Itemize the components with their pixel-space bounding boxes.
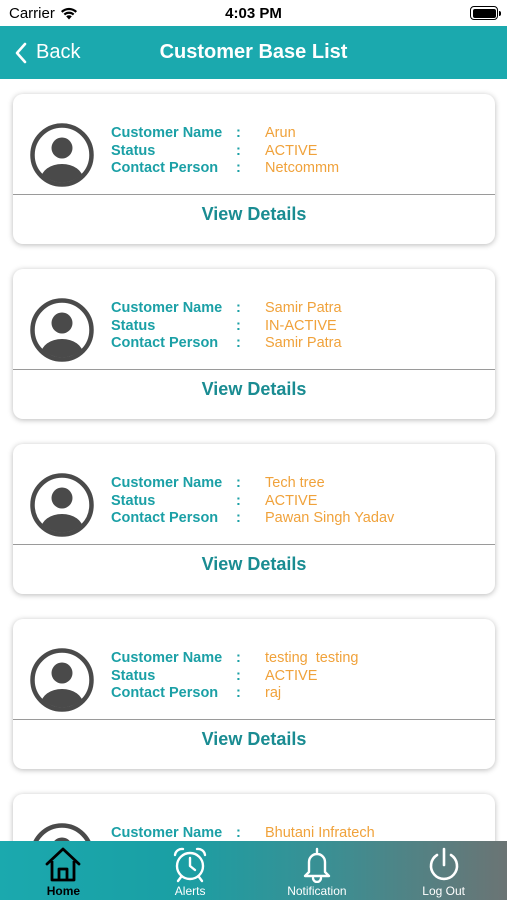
customer-card: Customer Name: Samir Patra Status: IN-ACTI… (13, 269, 495, 419)
colon: : (236, 335, 241, 351)
avatar-icon (30, 298, 94, 362)
avatar-icon (30, 648, 94, 712)
tab-log-out[interactable]: Log Out (380, 841, 507, 900)
contact-person-value: Pawan Singh Yadav (265, 510, 395, 526)
customer-name-value: testing testing (265, 650, 359, 666)
colon: : (236, 160, 241, 176)
avatar-icon (30, 123, 94, 187)
colon: : (236, 667, 241, 684)
customer-name-label: Customer Name (111, 300, 223, 316)
status-label: Status (111, 492, 156, 509)
contact-person-value: raj (265, 685, 282, 701)
tab-home-label: Home (46, 884, 81, 898)
contact-person-label: Contact Person (111, 685, 219, 701)
avatar-icon (30, 473, 94, 537)
customer-name-label: Customer Name (111, 650, 223, 666)
tab-bar: Home Alerts Notification Log Out (0, 841, 507, 900)
colon: : (236, 300, 241, 316)
tab-home[interactable]: Home (0, 841, 127, 900)
status-bar: Carrier 4:03 PM (0, 0, 507, 26)
bell-icon (303, 847, 331, 883)
clock: 4:03 PM (225, 5, 282, 22)
status-value: ACTIVE (265, 667, 318, 684)
colon: : (236, 492, 241, 509)
customer-card: Customer Name:Bhutani Infratech Status: … (13, 794, 495, 841)
alarm-clock-icon (173, 847, 207, 883)
contact-person-value: Netcommm (265, 160, 340, 176)
tab-notification-label: Notification (287, 884, 347, 898)
status-value: ACTIVE (265, 492, 318, 509)
colon: : (236, 125, 241, 141)
colon: : (236, 475, 241, 491)
customer-name-value: Tech tree (265, 475, 325, 491)
view-details-button[interactable]: View Details (13, 720, 495, 758)
colon: : (236, 685, 241, 701)
contact-person-value: Samir Patra (265, 335, 342, 351)
status-label: Status (111, 142, 156, 159)
power-icon (429, 847, 458, 881)
colon: : (236, 317, 241, 334)
status-value: ACTIVE (265, 142, 318, 159)
contact-person-label: Contact Person (111, 335, 219, 351)
avatar-icon (33, 823, 91, 841)
colon: : (236, 650, 241, 666)
nav-bar: Back Customer Base List (0, 26, 507, 79)
battery-icon (470, 6, 501, 20)
back-button[interactable]: Back (14, 26, 80, 79)
customer-card: Customer Name: Tech tree Status: ACTIVE Co… (13, 444, 495, 594)
chevron-left-icon (15, 42, 27, 63)
colon: : (236, 142, 241, 159)
customer-card: Customer Name: testing testing Status: ACT… (13, 619, 495, 769)
colon: : (236, 825, 241, 841)
customer-name-value: Samir Patra (265, 300, 342, 316)
view-details-button[interactable]: View Details (13, 195, 495, 233)
home-icon (45, 847, 81, 882)
status-label: Status (111, 317, 156, 334)
status-value: IN-ACTIVE (265, 317, 337, 334)
view-details-button[interactable]: View Details (13, 370, 495, 408)
customer-list[interactable]: Customer Name: Arun Status: ACTIVE Contact… (0, 79, 507, 841)
contact-person-label: Contact Person (111, 160, 219, 176)
status-label: Status (111, 667, 156, 684)
customer-name-label: Customer Name (111, 825, 223, 841)
customer-card: Customer Name: Arun Status: ACTIVE Contact… (13, 94, 495, 244)
customer-name-label: Customer Name (111, 475, 223, 491)
tab-log-out-label: Log Out (422, 884, 465, 898)
tab-alerts[interactable]: Alerts (127, 841, 254, 900)
view-details-button[interactable]: View Details (13, 545, 495, 583)
back-label: Back (36, 41, 81, 63)
customer-name-value: Arun (265, 125, 296, 141)
contact-person-label: Contact Person (111, 510, 219, 526)
tab-notification[interactable]: Notification (254, 841, 381, 900)
customer-name-label: Customer Name (111, 125, 223, 141)
tab-alerts-label: Alerts (174, 884, 206, 898)
colon: : (236, 510, 241, 526)
customer-name-value: Bhutani Infratech (265, 825, 375, 841)
